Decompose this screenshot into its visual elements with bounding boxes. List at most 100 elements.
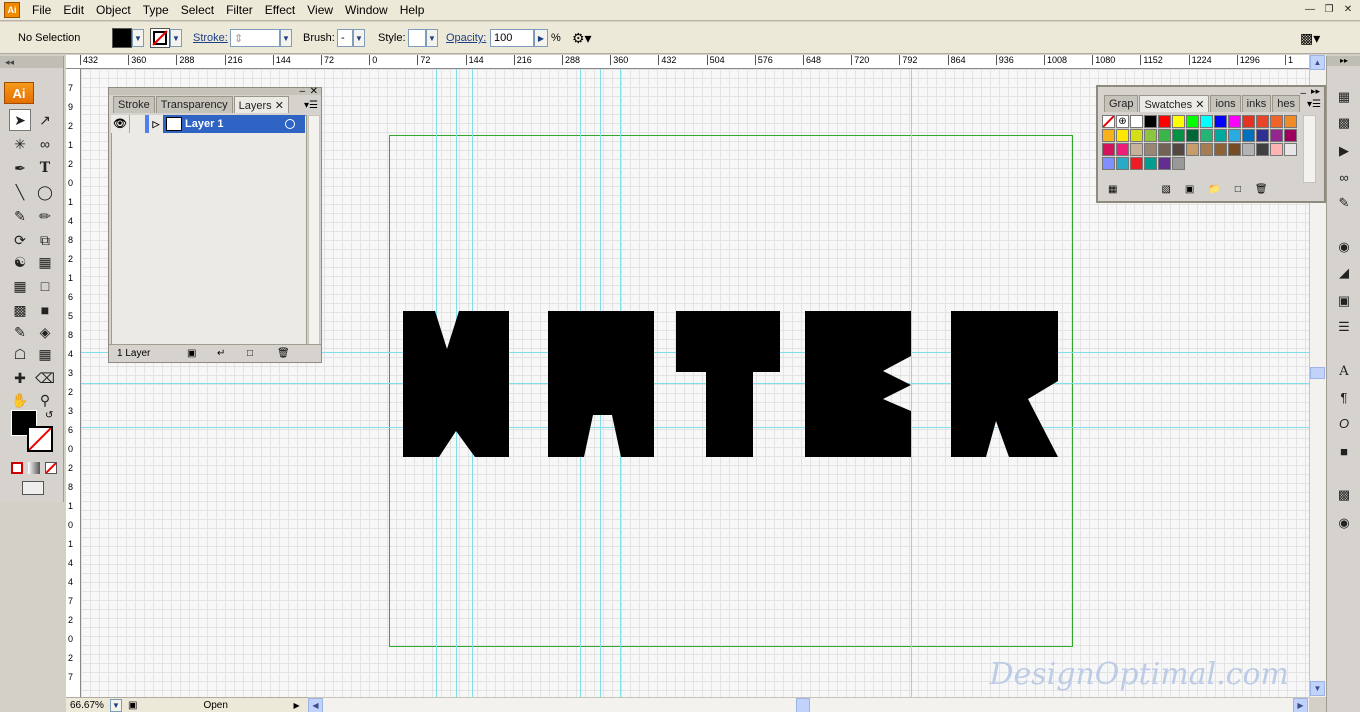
new-swatch-icon[interactable]: □	[1235, 184, 1241, 198]
color-swatch[interactable]	[1256, 129, 1269, 142]
screen-mode-icon[interactable]	[22, 481, 44, 495]
color-swatch[interactable]	[1102, 129, 1115, 142]
menu-file[interactable]: File	[26, 0, 57, 20]
color-swatch[interactable]	[1228, 143, 1241, 156]
line-tool-icon[interactable]: ╲	[9, 181, 31, 203]
target-circle-icon[interactable]	[285, 119, 295, 129]
create-sublayer-icon[interactable]: ↵	[217, 348, 247, 359]
swap-colors-icon[interactable]: ↺	[45, 410, 53, 421]
tools-panel-header[interactable]: ◂◂	[0, 56, 63, 68]
color-swatch[interactable]	[1200, 115, 1213, 128]
navigator-icon[interactable]: ▦	[1333, 86, 1355, 108]
letter-e[interactable]	[805, 311, 911, 457]
color-swatch[interactable]	[1214, 143, 1227, 156]
trash-icon[interactable]: 🗑	[277, 348, 297, 359]
eraser-tool-icon[interactable]: ⌫	[34, 367, 56, 389]
scroll-left-icon[interactable]: ◀	[308, 698, 323, 712]
live-paint-selection-tool-icon[interactable]: ▦	[34, 343, 56, 365]
gradient-tool-icon[interactable]: ■	[34, 299, 56, 321]
panel-menu-icon[interactable]: ▾☰	[1307, 99, 1321, 110]
scroll-down-icon[interactable]: ▼	[1310, 681, 1325, 696]
paragraph-icon[interactable]: ¶	[1333, 386, 1355, 408]
layer-row[interactable]: 👁 ▷ Layer 1	[111, 115, 305, 133]
menu-type[interactable]: Type	[137, 0, 175, 20]
brushes-icon[interactable]: ✎	[1333, 192, 1355, 214]
free-transform-tool-icon[interactable]: ▦	[34, 251, 56, 273]
selection-tool-icon[interactable]: ➤	[9, 109, 31, 131]
tab-stroke[interactable]: Stroke	[113, 96, 155, 113]
color-swatch[interactable]	[1228, 115, 1241, 128]
color-swatch[interactable]	[1214, 115, 1227, 128]
letter-r[interactable]	[951, 311, 1058, 457]
type-tool-icon[interactable]: T	[34, 157, 56, 179]
pen-tool-icon[interactable]: ✒	[9, 157, 31, 179]
graph-tool-icon[interactable]: □	[34, 275, 56, 297]
registration-swatch-icon[interactable]: ⊕	[1116, 115, 1129, 128]
eyedropper-tool-icon[interactable]: ✎	[9, 321, 31, 343]
tab-links[interactable]: inks	[1241, 95, 1272, 112]
scroll-thumb[interactable]	[796, 698, 810, 712]
color-swatch[interactable]	[1186, 115, 1199, 128]
color-swatch[interactable]	[1144, 129, 1157, 142]
color-swatch[interactable]	[1256, 115, 1269, 128]
swatch-libraries-icon[interactable]: ▦	[1108, 184, 1117, 198]
menu-window[interactable]: Window	[339, 0, 394, 20]
trash-icon[interactable]: 🗑	[1255, 184, 1268, 198]
none-mode-icon[interactable]	[45, 462, 57, 474]
color-swatch[interactable]	[1242, 115, 1255, 128]
color-swatch[interactable]	[1200, 129, 1213, 142]
menu-select[interactable]: Select	[175, 0, 220, 20]
horizontal-scrollbar[interactable]: ◀ ▶	[308, 697, 1309, 712]
close-icon[interactable]: ✕	[1195, 99, 1204, 111]
style-dropdown[interactable]: ▼	[408, 28, 438, 48]
color-swatch[interactable]	[1144, 143, 1157, 156]
tab-transparency[interactable]: Transparency	[155, 96, 233, 113]
color-swatch[interactable]	[1144, 157, 1157, 170]
gradient-mode-icon[interactable]	[28, 462, 40, 474]
color-swatch[interactable]	[1130, 143, 1143, 156]
fill-color-control[interactable]: ▼	[112, 28, 144, 48]
restore-icon[interactable]: ❐	[1321, 2, 1337, 16]
color-swatch[interactable]	[1172, 115, 1185, 128]
tab-swatches[interactable]: Swatches ✕	[1139, 95, 1210, 112]
zoom-tool-icon[interactable]: ⚲	[34, 389, 56, 411]
chevron-down-icon[interactable]: ▼	[280, 29, 292, 47]
zoom-level[interactable]: 66.67%	[66, 700, 110, 711]
color-swatch[interactable]	[1158, 157, 1171, 170]
chevron-down-icon[interactable]: ▼	[110, 698, 122, 712]
close-icon[interactable]: ✕	[275, 100, 284, 112]
show-kinds-icon[interactable]: ▧	[1161, 184, 1170, 198]
character-icon[interactable]: A	[1333, 360, 1355, 382]
brush-value[interactable]: -	[337, 29, 353, 47]
tab-graphic-styles[interactable]: Grap	[1104, 95, 1139, 112]
minimize-icon[interactable]: –	[299, 86, 305, 97]
stroke-weight-input[interactable]: ⇕	[230, 29, 280, 47]
opentype-icon[interactable]: O	[1333, 412, 1355, 434]
color-swatch[interactable]	[1130, 115, 1143, 128]
dock-header[interactable]: ▸▸	[1327, 56, 1360, 66]
paintbrush-tool-icon[interactable]: ✎	[9, 205, 31, 227]
stroke-none-swatch[interactable]	[150, 28, 170, 48]
stroke-color-icon[interactable]	[27, 426, 53, 452]
color-swatch[interactable]	[1228, 129, 1241, 142]
color-icon[interactable]: ◉	[1333, 236, 1355, 258]
menu-effect[interactable]: Effect	[259, 0, 301, 20]
tab-actions[interactable]: ions	[1210, 95, 1241, 112]
layers-scrollbar[interactable]	[308, 115, 320, 345]
swatch-none[interactable]	[1102, 115, 1115, 128]
scroll-thumb[interactable]	[1310, 367, 1325, 379]
slice-tool-icon[interactable]: ✚	[9, 367, 31, 389]
opacity-label[interactable]: Opacity:	[446, 28, 486, 48]
collapse-icon[interactable]: ▸▸	[1311, 86, 1320, 97]
color-swatch[interactable]	[1242, 143, 1255, 156]
opacity-field[interactable]: 100 ▶	[490, 28, 548, 48]
color-swatch[interactable]	[1256, 143, 1269, 156]
color-swatch[interactable]	[1172, 129, 1185, 142]
lasso-tool-icon[interactable]: ∞	[34, 133, 56, 155]
color-swatch[interactable]	[1270, 129, 1283, 142]
scroll-right-icon[interactable]: ▶	[1293, 698, 1308, 712]
actions-icon[interactable]: ▶	[1333, 140, 1355, 162]
minimize-icon[interactable]: —	[1302, 2, 1318, 16]
letter-w[interactable]	[403, 311, 509, 457]
direct-selection-tool-icon[interactable]: ↗	[34, 109, 56, 131]
